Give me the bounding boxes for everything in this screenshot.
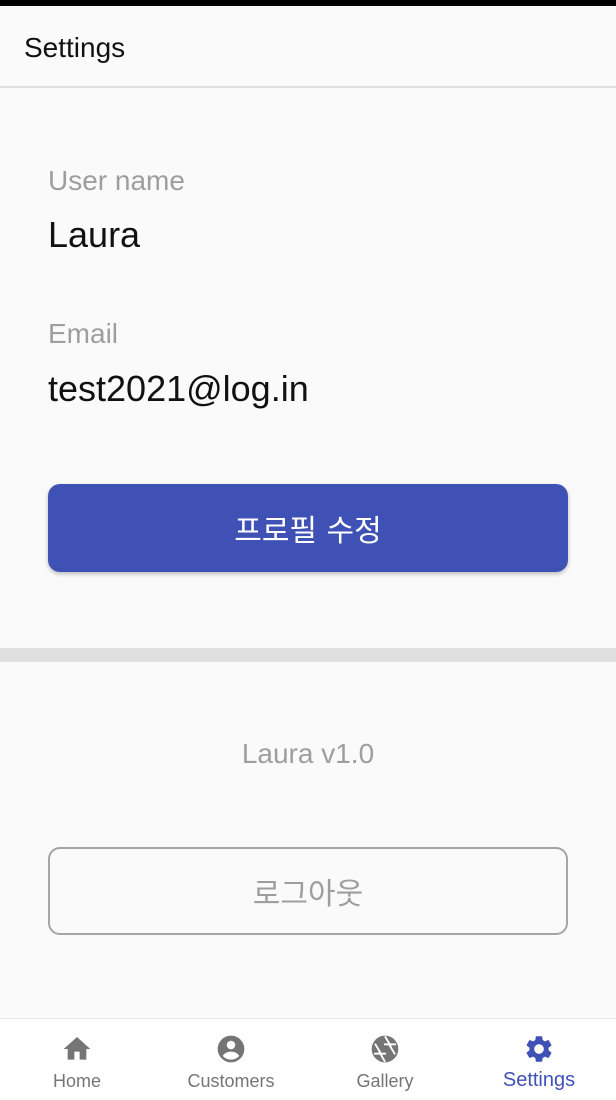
camera-shutter-icon [371,1035,399,1063]
nav-item-gallery[interactable]: Gallery [308,1019,462,1100]
app-bar: Settings [0,6,616,88]
nav-item-customers[interactable]: Customers [154,1019,308,1100]
nav-label-home: Home [52,1071,101,1091]
logout-button[interactable]: 로그아웃 [48,847,568,935]
edit-profile-button[interactable]: 프로필 수정 [48,484,568,572]
nav-item-home[interactable]: Home [0,1019,154,1100]
bottom-navigation: Home Customers Gallery Settings [0,1018,616,1100]
section-divider [0,648,616,662]
home-icon [63,1037,91,1060]
nav-item-settings[interactable]: Settings [462,1019,616,1100]
username-value: Laura [48,214,141,255]
nav-label-settings: Settings [502,1069,576,1091]
app-version: Laura v1.0 [241,738,375,769]
username-label: User name [48,165,185,196]
gear-icon [526,1036,552,1062]
email-value: test2021@log.in [48,368,309,409]
nav-label-customers: Customers [187,1071,275,1091]
page-title: Settings [24,32,126,63]
email-label: Email [48,318,119,349]
account-circle-icon [217,1035,245,1063]
nav-label-gallery: Gallery [356,1071,414,1091]
